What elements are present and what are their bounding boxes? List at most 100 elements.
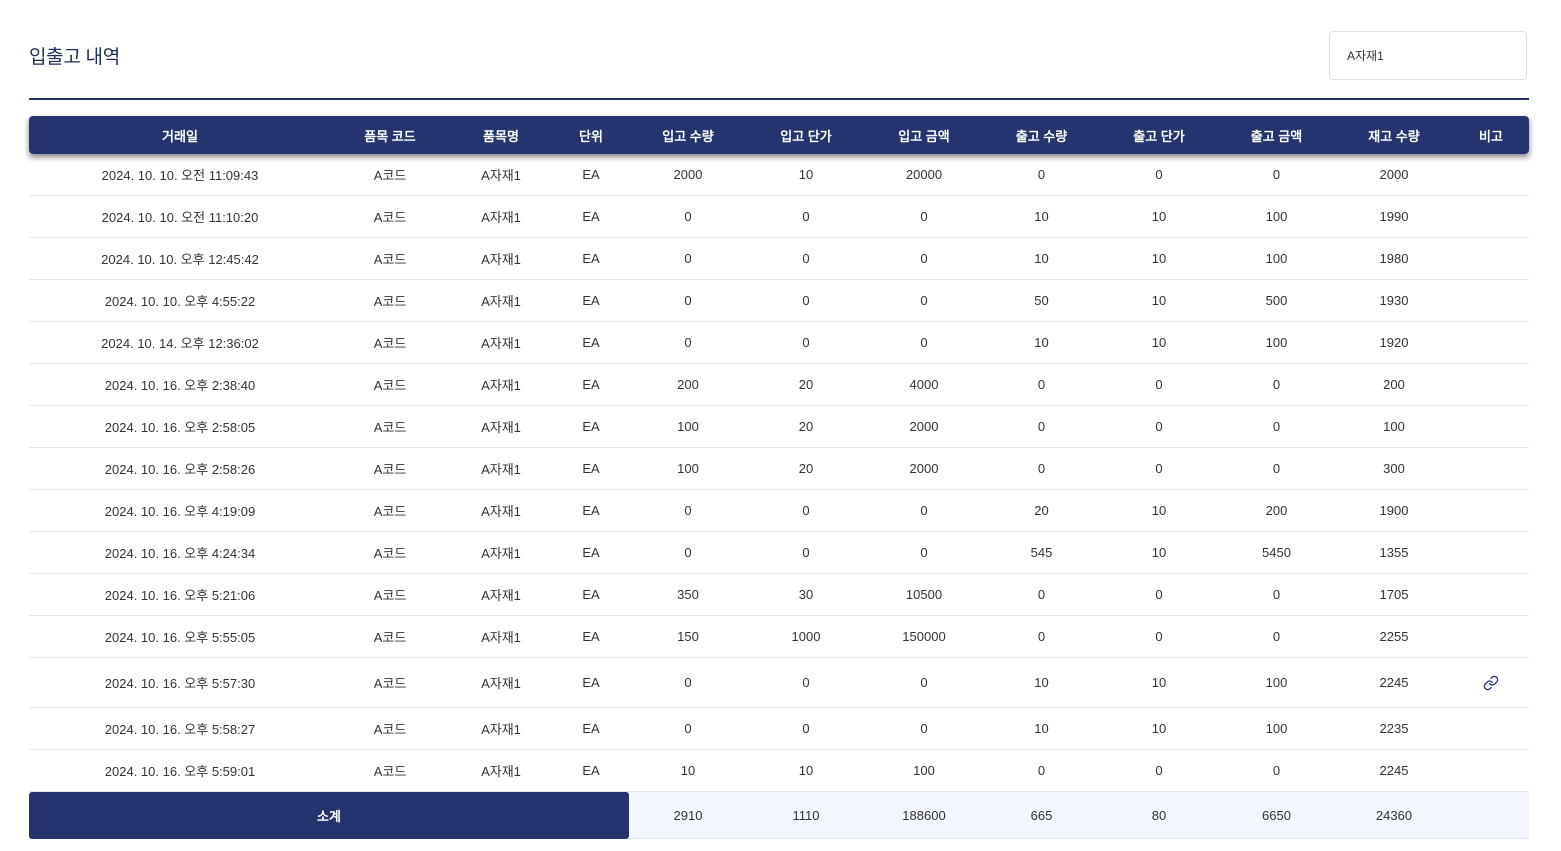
cell-item-name: A자재1 (449, 532, 553, 574)
cell-in-amount: 10500 (865, 574, 983, 616)
column-header-in-amount: 입고 금액 (865, 116, 983, 154)
column-header-stock-qty: 재고 수량 (1335, 116, 1453, 154)
cell-note (1453, 574, 1529, 616)
cell-in-qty: 200 (629, 364, 747, 406)
cell-stock-qty: 1705 (1335, 574, 1453, 616)
cell-in-qty: 0 (629, 280, 747, 322)
cell-out-amount: 0 (1218, 448, 1335, 490)
cell-out-price: 0 (1100, 574, 1218, 616)
cell-item-name: A자재1 (449, 490, 553, 532)
cell-out-qty: 0 (983, 574, 1100, 616)
cell-note (1453, 280, 1529, 322)
cell-out-price: 0 (1100, 448, 1218, 490)
cell-unit: EA (553, 322, 629, 364)
cell-stock-qty: 100 (1335, 406, 1453, 448)
cell-in-amount: 100 (865, 750, 983, 792)
cell-out-qty: 10 (983, 322, 1100, 364)
table-row[interactable]: 2024. 10. 16. 오후 2:38:40 A코드 A자재1 EA 200 20 40… (29, 364, 1529, 406)
cell-out-qty: 545 (983, 532, 1100, 574)
cell-note (1453, 238, 1529, 280)
table-row[interactable]: 2024. 10. 14. 오후 12:36:02 A코드 A자재1 EA 0 0 0 10 1… (29, 322, 1529, 364)
cell-in-price: 0 (747, 532, 865, 574)
column-header-unit: 단위 (553, 116, 629, 154)
cell-out-qty: 10 (983, 658, 1100, 708)
subtotal-in-amount: 188600 (865, 792, 983, 839)
cell-in-amount: 0 (865, 658, 983, 708)
cell-unit: EA (553, 616, 629, 658)
table-row[interactable]: 2024. 10. 16. 오후 2:58:26 A코드 A자재1 EA 100 20 20… (29, 448, 1529, 490)
column-header-note: 비고 (1453, 116, 1529, 154)
cell-note (1453, 490, 1529, 532)
table-row[interactable]: 2024. 10. 10. 오후 4:55:22 A코드 A자재1 EA 0 0 0 50 10… (29, 280, 1529, 322)
cell-item-name: A자재1 (449, 750, 553, 792)
table-row[interactable]: 2024. 10. 16. 오후 5:57:30 A코드 A자재1 EA 0 0 0 10 10… (29, 658, 1529, 708)
page-title: 입출고 내역 (29, 47, 120, 68)
column-header-date: 거래일 (29, 116, 331, 154)
cell-date: 2024. 10. 16. 오후 5:59:01 (29, 750, 331, 792)
cell-item-code: A코드 (331, 364, 449, 406)
cell-note (1453, 364, 1529, 406)
cell-in-qty: 350 (629, 574, 747, 616)
table-row[interactable]: 2024. 10. 16. 오후 4:24:34 A코드 A자재1 EA 0 0 0 545 1… (29, 532, 1529, 574)
cell-date: 2024. 10. 16. 오후 5:55:05 (29, 616, 331, 658)
table-row[interactable]: 2024. 10. 10. 오후 12:45:42 A코드 A자재1 EA 0 0 0 10 1… (29, 238, 1529, 280)
cell-date: 2024. 10. 10. 오전 11:09:43 (29, 154, 331, 196)
table-row[interactable]: 2024. 10. 10. 오전 11:09:43 A코드 A자재1 EA 2000 10… (29, 154, 1529, 196)
cell-out-price: 10 (1100, 322, 1218, 364)
cell-item-name: A자재1 (449, 196, 553, 238)
table-body: 2024. 10. 10. 오전 11:09:43 A코드 A자재1 EA 2000 10… (29, 154, 1529, 792)
cell-out-price: 10 (1100, 658, 1218, 708)
cell-date: 2024. 10. 16. 오후 2:58:05 (29, 406, 331, 448)
table-row[interactable]: 2024. 10. 16. 오후 5:59:01 A코드 A자재1 EA 10 10 100… (29, 750, 1529, 792)
cell-item-name: A자재1 (449, 658, 553, 708)
table-row[interactable]: 2024. 10. 10. 오전 11:10:20 A코드 A자재1 EA 0 0 0 10 1… (29, 196, 1529, 238)
table-row[interactable]: 2024. 10. 16. 오후 5:58:27 A코드 A자재1 EA 0 0 0 10 10… (29, 708, 1529, 750)
cell-in-price: 10 (747, 154, 865, 196)
cell-unit: EA (553, 196, 629, 238)
cell-in-amount: 0 (865, 490, 983, 532)
cell-out-amount: 500 (1218, 280, 1335, 322)
table-row[interactable]: 2024. 10. 16. 오후 4:19:09 A코드 A자재1 EA 0 0 0 20 10… (29, 490, 1529, 532)
cell-in-price: 20 (747, 406, 865, 448)
cell-unit: EA (553, 532, 629, 574)
cell-out-amount: 100 (1218, 322, 1335, 364)
cell-in-price: 0 (747, 196, 865, 238)
cell-note (1453, 448, 1529, 490)
table-row[interactable]: 2024. 10. 16. 오후 5:21:06 A코드 A자재1 EA 350 30 10… (29, 574, 1529, 616)
cell-out-amount: 100 (1218, 196, 1335, 238)
cell-date: 2024. 10. 16. 오후 2:58:26 (29, 448, 331, 490)
cell-in-amount: 2000 (865, 448, 983, 490)
search-input[interactable] (1330, 48, 1526, 63)
table-row[interactable]: 2024. 10. 16. 오후 5:55:05 A코드 A자재1 EA 150 1000… (29, 616, 1529, 658)
subtotal-in-qty: 2910 (629, 792, 747, 839)
column-header-item-name: 품목명 (449, 116, 553, 154)
cell-stock-qty: 2000 (1335, 154, 1453, 196)
table-row[interactable]: 2024. 10. 16. 오후 2:58:05 A코드 A자재1 EA 100 20 20… (29, 406, 1529, 448)
cell-out-price: 0 (1100, 750, 1218, 792)
cell-out-qty: 0 (983, 750, 1100, 792)
cell-in-amount: 2000 (865, 406, 983, 448)
cell-unit: EA (553, 238, 629, 280)
cell-in-amount: 0 (865, 280, 983, 322)
title-divider (29, 98, 1529, 100)
cell-stock-qty: 1900 (1335, 490, 1453, 532)
cell-item-code: A코드 (331, 280, 449, 322)
transactions-table: 거래일 품목 코드 품목명 단위 입고 수량 입고 단가 입고 금액 출고 수량 출고 단가 출고… (29, 116, 1529, 839)
column-header-in-qty: 입고 수량 (629, 116, 747, 154)
cell-stock-qty: 2235 (1335, 708, 1453, 750)
cell-in-amount: 0 (865, 322, 983, 364)
cell-in-price: 0 (747, 490, 865, 532)
cell-unit: EA (553, 364, 629, 406)
link-icon[interactable] (1483, 675, 1499, 691)
cell-in-price: 0 (747, 322, 865, 364)
table-header-row: 거래일 품목 코드 품목명 단위 입고 수량 입고 단가 입고 금액 출고 수량 출고 단가 출고… (29, 116, 1529, 154)
cell-out-price: 10 (1100, 280, 1218, 322)
subtotal-out-price: 80 (1100, 792, 1218, 839)
subtotal-out-qty: 665 (983, 792, 1100, 839)
cell-date: 2024. 10. 16. 오후 4:19:09 (29, 490, 331, 532)
search-box[interactable] (1329, 31, 1527, 80)
cell-note[interactable] (1453, 658, 1529, 708)
cell-unit: EA (553, 280, 629, 322)
cell-out-price: 0 (1100, 154, 1218, 196)
subtotal-out-amount: 6650 (1218, 792, 1335, 839)
